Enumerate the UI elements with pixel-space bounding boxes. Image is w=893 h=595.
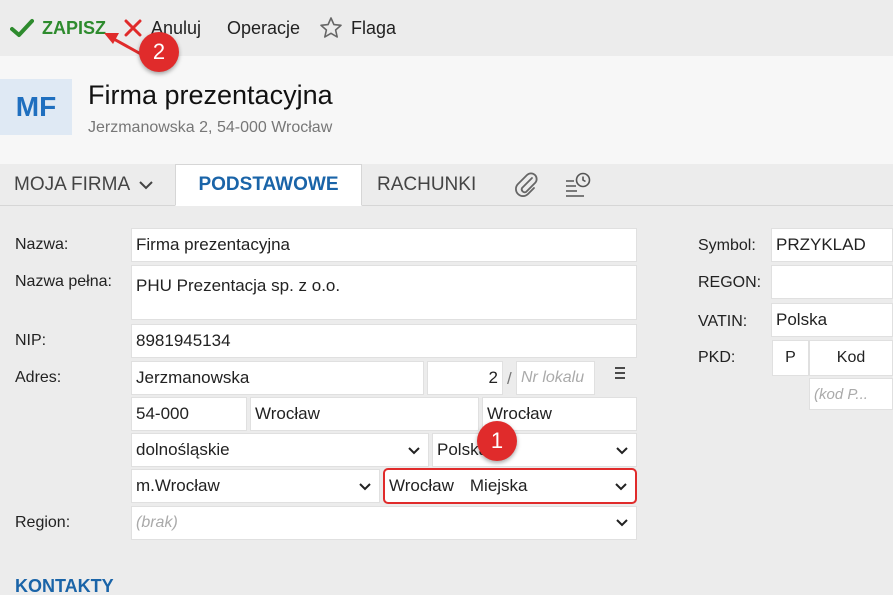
symbol-label: Symbol: <box>698 237 756 254</box>
vatin-label: VATIN: <box>698 313 748 330</box>
region-select[interactable]: (brak) <box>131 506 637 540</box>
star-icon <box>319 16 343 40</box>
operations-button[interactable]: Operacje <box>227 15 300 41</box>
toolbar: ZAPISZ Anuluj Operacje Flaga <box>0 0 893 56</box>
flag-button[interactable]: Flaga <box>319 15 396 41</box>
save-button[interactable]: ZAPISZ <box>10 15 106 41</box>
nazwa-input[interactable]: Firma prezentacyjna <box>131 228 637 262</box>
pkd-column-kod[interactable]: Kod <box>809 340 893 376</box>
tab-podstawowe[interactable]: PODSTAWOWE <box>175 164 362 206</box>
chevron-down-icon <box>616 514 628 532</box>
voivodeship-value: dolnośląskie <box>136 440 230 459</box>
tab-bar: MOJA FIRMA PODSTAWOWE RACHUNKI <box>0 164 893 206</box>
nazwa-pelna-label: Nazwa pełna: <box>15 273 112 290</box>
paperclip-icon <box>514 171 540 199</box>
pkd-column-p[interactable]: P <box>772 340 809 376</box>
chevron-down-icon <box>359 476 371 496</box>
annotation-badge-1: 1 <box>477 421 517 461</box>
nip-label: NIP: <box>15 332 47 349</box>
house-number-input[interactable]: 2 <box>427 361 503 395</box>
page-subtitle: Jerzmanowska 2, 54-000 Wrocław <box>88 119 333 136</box>
chevron-down-icon <box>408 440 420 460</box>
pkd-label: PKD: <box>698 349 736 366</box>
address-menu-icon[interactable] <box>612 365 628 385</box>
pkd-code-input[interactable]: (kod P... <box>809 378 893 410</box>
tab-moja-firma-label: MOJA FIRMA <box>14 174 131 195</box>
region-value: (brak) <box>136 514 178 531</box>
nazwa-pelna-input[interactable]: PHU Prezentacja sp. z o.o. <box>131 265 637 320</box>
nazwa-label: Nazwa: <box>15 236 69 253</box>
address-separator: / <box>507 369 512 388</box>
close-icon <box>123 18 143 38</box>
chevron-down-icon <box>616 440 628 460</box>
tab-moja-firma[interactable]: MOJA FIRMA <box>14 164 154 206</box>
annotation-badge-2: 2 <box>139 32 179 72</box>
regon-label: REGON: <box>698 274 762 291</box>
chevron-down-icon <box>615 476 627 496</box>
avatar: MF <box>0 79 72 135</box>
vatin-input[interactable]: Polska <box>771 303 893 337</box>
save-label: ZAPISZ <box>42 17 107 38</box>
region-label: Region: <box>15 514 71 531</box>
municipality-select[interactable]: Wrocław Miejska <box>383 468 637 504</box>
checkmark-icon <box>10 18 34 38</box>
municipality-value: Wrocław <box>389 476 454 495</box>
chevron-down-icon <box>138 180 154 190</box>
record-header: MF Firma prezentacyjna Jerzmanowska 2, 5… <box>0 56 893 164</box>
city-input[interactable]: Wrocław <box>250 397 479 431</box>
street-input[interactable]: Jerzmanowska <box>131 361 424 395</box>
page-title: Firma prezentacyjna <box>88 80 333 110</box>
county-value: m.Wrocław <box>136 476 220 495</box>
regon-input[interactable] <box>771 265 893 299</box>
history-icon <box>564 171 592 199</box>
tab-attachments[interactable] <box>514 164 540 206</box>
main-form: Nazwa: Firma prezentacyjna Nazwa pełna: … <box>0 206 893 595</box>
tab-rachunki[interactable]: RACHUNKI <box>377 164 476 206</box>
adres-label: Adres: <box>15 369 62 386</box>
flag-label: Flaga <box>351 17 397 38</box>
voivodeship-select[interactable]: dolnośląskie <box>131 433 429 467</box>
operations-label: Operacje <box>227 17 301 38</box>
municipality-type-value: Miejska <box>469 476 528 495</box>
postal-code-input[interactable]: 54-000 <box>131 397 247 431</box>
tab-history[interactable] <box>564 164 592 206</box>
country-select[interactable]: Polska <box>432 433 637 467</box>
section-kontakty: KONTAKTY <box>15 576 114 595</box>
county-select[interactable]: m.Wrocław <box>131 469 380 503</box>
apartment-number-input[interactable]: Nr lokalu <box>516 361 595 395</box>
nip-input[interactable]: 8981945134 <box>131 324 637 358</box>
symbol-input[interactable]: PRZYKLAD <box>771 228 893 262</box>
